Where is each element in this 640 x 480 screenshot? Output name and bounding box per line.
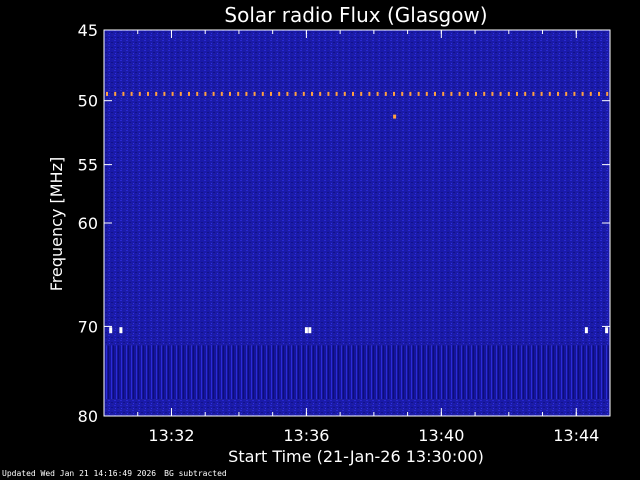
interference-dot	[548, 91, 551, 96]
interference-dot	[475, 91, 477, 96]
interference-dot	[130, 91, 133, 96]
footer-note: BG subtracted	[164, 469, 227, 478]
interference-dot	[565, 91, 568, 96]
interference-dot	[507, 91, 510, 96]
interference-dot	[573, 91, 576, 96]
interference-dot	[589, 91, 592, 96]
interference-dot	[294, 91, 297, 96]
interference-dot	[253, 91, 256, 96]
interference-dot	[516, 91, 518, 96]
interference-dot	[409, 91, 412, 96]
interference-dot	[450, 91, 453, 96]
interference-dot	[220, 91, 223, 96]
white-marker	[304, 327, 308, 334]
interference-dot	[204, 91, 207, 96]
interference-dot	[384, 91, 387, 96]
interference-dot	[540, 91, 543, 96]
interference-dot	[188, 91, 190, 96]
x-tick-label: 13:32	[148, 426, 194, 445]
interference-dot	[155, 91, 158, 96]
chart-title: Solar radio Flux (Glasgow)	[224, 3, 487, 27]
interference-dot	[581, 91, 584, 96]
interference-dot	[417, 91, 420, 96]
interference-dot	[311, 91, 313, 96]
interference-dot	[270, 91, 272, 96]
interference-dot	[557, 91, 559, 96]
interference-dot	[212, 91, 215, 96]
y-tick-label: 60	[78, 214, 98, 233]
white-marker	[119, 327, 123, 334]
interference-dot	[138, 91, 141, 96]
interference-dot	[106, 91, 108, 96]
interference-dot	[458, 91, 461, 96]
white-marker	[308, 327, 312, 334]
interference-dot	[229, 91, 231, 96]
footer: Updated Wed Jan 21 14:16:49 2026 BG subtr…	[2, 469, 227, 479]
interference-dot	[401, 91, 404, 96]
interference-dot	[524, 91, 527, 96]
interference-dot	[352, 91, 354, 96]
y-tick-label: 50	[78, 92, 98, 111]
interference-dot	[442, 91, 445, 96]
interference-dot	[425, 91, 428, 96]
x-tick-label: 13:40	[418, 426, 464, 445]
plot-area	[104, 30, 610, 416]
solar-radio-chart: Solar radio Flux (Glasgow) 455055607080 …	[47, 3, 611, 466]
interference-dot	[499, 91, 502, 96]
interference-dot	[376, 91, 379, 96]
interference-dot	[286, 91, 289, 96]
y-tick-label: 80	[78, 407, 98, 426]
interference-dot	[278, 91, 281, 96]
interference-dot	[393, 91, 395, 96]
white-marker	[109, 327, 113, 334]
interference-spot	[393, 114, 397, 119]
interference-dot	[335, 91, 338, 96]
interference-dot	[319, 91, 322, 96]
y-tick-label: 55	[78, 156, 98, 175]
white-marker	[584, 327, 588, 334]
interference-dot	[483, 91, 486, 96]
interference-dot	[163, 91, 166, 96]
interference-dot	[147, 91, 149, 96]
interference-dot	[532, 91, 535, 96]
y-axis-label: Frequency [MHz]	[47, 157, 66, 291]
interference-dot	[327, 91, 330, 96]
interference-dot	[491, 91, 494, 96]
white-marker	[605, 327, 609, 334]
x-tick-label: 13:44	[553, 426, 599, 445]
footer-updated: Updated Wed Jan 21 14:16:49 2026	[2, 469, 157, 478]
interference-dot	[171, 91, 174, 96]
interference-dot	[261, 91, 264, 96]
interference-dot	[434, 91, 436, 96]
interference-dot	[245, 91, 248, 96]
interference-dot	[343, 91, 346, 96]
x-axis-label: Start Time (21-Jan-26 13:30:00)	[228, 447, 484, 466]
interference-dot	[606, 91, 609, 96]
interference-dot	[237, 91, 240, 96]
interference-dot	[196, 91, 199, 96]
interference-dot	[302, 91, 305, 96]
y-tick-label: 45	[78, 21, 98, 40]
interference-dot	[466, 91, 469, 96]
interference-dot	[179, 91, 182, 96]
x-tick-label: 13:36	[283, 426, 329, 445]
interference-dot	[122, 91, 125, 96]
interference-dot	[598, 91, 600, 96]
noisy-frequency-band	[104, 345, 610, 400]
y-tick-label: 70	[78, 317, 98, 336]
interference-dot	[360, 91, 363, 96]
interference-dot	[114, 91, 117, 96]
interference-dot	[368, 91, 371, 96]
